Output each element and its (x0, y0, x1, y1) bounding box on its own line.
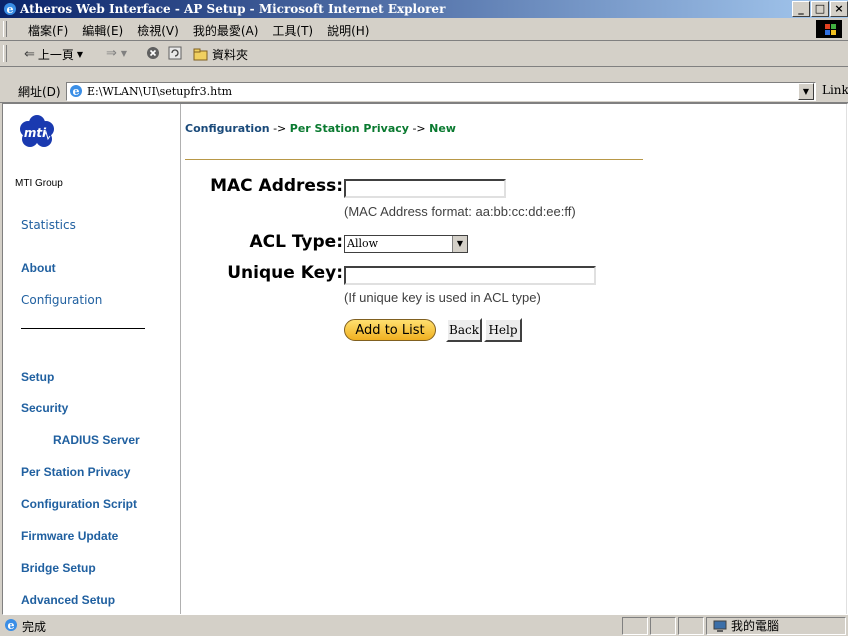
sidebar: mti MTI Group Statistics About Configura… (3, 104, 181, 614)
acl-type-select[interactable]: Allow ▼ (344, 235, 468, 253)
address-value: E:\WLAN\UI\setupfr3.htm (87, 85, 233, 98)
sidebar-link-per-station-privacy[interactable]: Per Station Privacy (21, 465, 130, 479)
divider-line (185, 159, 643, 160)
sidebar-link-radius-server[interactable]: RADIUS Server (53, 433, 140, 447)
close-button[interactable]: × (830, 1, 848, 17)
sidebar-link-advanced-setup[interactable]: Advanced Setup (21, 593, 115, 607)
sidebar-link-statistics[interactable]: Statistics (21, 218, 76, 232)
forward-button[interactable]: ⇒ ▼ (106, 46, 127, 61)
svg-text:e: e (8, 619, 15, 632)
page-icon: e (70, 85, 82, 98)
ie-icon: e (4, 3, 16, 16)
help-button[interactable]: Help (484, 318, 522, 342)
status-text: 完成 (22, 620, 47, 634)
logo-caption: MTI Group (15, 178, 63, 189)
breadcrumb-configuration[interactable]: Configuration (185, 122, 270, 135)
back-button[interactable]: ⇐ 上一頁 ▼ (24, 46, 83, 63)
sidebar-link-about[interactable]: About (21, 261, 56, 275)
windows-logo-icon (816, 20, 842, 38)
computer-icon (713, 620, 727, 632)
status-bar: e 完成 我的電腦 (0, 614, 848, 636)
acl-type-label: ACL Type: (249, 232, 343, 252)
page-done-icon: e (5, 619, 17, 632)
sidebar-link-configuration[interactable]: Configuration (21, 293, 102, 307)
unique-key-hint: (If unique key is used in ACL type) (344, 290, 541, 305)
menu-tools[interactable]: 工具(T) (272, 22, 313, 39)
breadcrumb: Configuration -> Per Station Privacy -> … (185, 122, 456, 135)
breadcrumb-separator: -> (408, 122, 430, 135)
back-label: 上一頁 (37, 48, 74, 62)
refresh-button[interactable] (168, 46, 182, 63)
refresh-icon (168, 46, 182, 60)
mac-address-input[interactable] (344, 179, 506, 198)
svg-text:e: e (73, 85, 80, 98)
breadcrumb-new: New (429, 122, 456, 135)
page-right-edge (846, 104, 847, 614)
maximize-button[interactable]: □ (811, 1, 829, 17)
sidebar-link-bridge-setup[interactable]: Bridge Setup (21, 561, 96, 575)
back-arrow-icon: ⇐ (24, 47, 35, 62)
breadcrumb-per-station-privacy[interactable]: Per Station Privacy (290, 122, 409, 135)
status-panel (622, 617, 648, 635)
sidebar-divider (21, 328, 145, 329)
sidebar-link-configuration-script[interactable]: Configuration Script (21, 497, 137, 511)
standard-toolbar: ⇐ 上一頁 ▼ ⇒ ▼ 資料夾 (0, 41, 848, 67)
address-input[interactable]: e E:\WLAN\UI\setupfr3.htm ▼ (66, 82, 816, 101)
sidebar-link-security[interactable]: Security (21, 401, 68, 415)
links-label[interactable]: Links (822, 83, 848, 97)
minimize-button[interactable]: _ (792, 1, 810, 17)
back-button[interactable]: Back (446, 318, 482, 342)
chevron-down-icon: ▼ (120, 49, 128, 58)
menu-favorites[interactable]: 我的最愛(A) (193, 22, 259, 39)
chevron-down-icon: ▼ (76, 50, 84, 59)
unique-key-input[interactable] (344, 266, 596, 285)
address-bar: 網址(D) e E:\WLAN\UI\setupfr3.htm ▼ Links (0, 80, 848, 103)
status-panel (678, 617, 704, 635)
status-panel (650, 617, 676, 635)
svg-text:mti: mti (24, 126, 47, 140)
menu-bar: 檔案(F) 編輯(E) 檢視(V) 我的最愛(A) 工具(T) 說明(H) (0, 18, 848, 41)
mac-address-hint: (MAC Address format: aa:bb:cc:dd:ee:ff) (344, 204, 576, 219)
sidebar-link-setup[interactable]: Setup (21, 370, 54, 384)
forward-arrow-icon: ⇒ (106, 46, 117, 61)
zone-panel: 我的電腦 (706, 617, 846, 635)
mac-address-label: MAC Address: (210, 176, 343, 196)
menu-file[interactable]: 檔案(F) (28, 22, 68, 39)
menu-help[interactable]: 說明(H) (327, 22, 369, 39)
menu-edit[interactable]: 編輯(E) (82, 22, 123, 39)
stop-button[interactable] (146, 46, 160, 63)
mti-logo: mti (20, 115, 54, 147)
window-title: Atheros Web Interface - AP Setup - Micro… (20, 2, 446, 16)
chevron-down-icon[interactable]: ▼ (452, 236, 467, 252)
add-to-list-button[interactable]: Add to List (344, 319, 436, 341)
acl-type-value: Allow (347, 237, 379, 250)
toolbar-grip[interactable] (3, 45, 7, 62)
window-titlebar: e Atheros Web Interface - AP Setup - Mic… (0, 0, 848, 18)
address-dropdown-button[interactable]: ▼ (798, 83, 814, 100)
unique-key-label: Unique Key: (227, 263, 343, 283)
folders-icon (193, 48, 208, 60)
menu-view[interactable]: 檢視(V) (137, 22, 179, 39)
sidebar-link-firmware-update[interactable]: Firmware Update (21, 529, 118, 543)
menubar-grip[interactable] (3, 21, 7, 37)
folders-button[interactable]: 資料夾 (193, 46, 248, 63)
zone-text: 我的電腦 (731, 619, 780, 633)
page-content: mti MTI Group Statistics About Configura… (2, 103, 848, 615)
breadcrumb-separator: -> (269, 122, 290, 135)
svg-text:e: e (7, 3, 14, 16)
folders-label: 資料夾 (212, 48, 249, 62)
stop-icon (147, 47, 159, 59)
address-label: 網址(D) (18, 85, 61, 99)
